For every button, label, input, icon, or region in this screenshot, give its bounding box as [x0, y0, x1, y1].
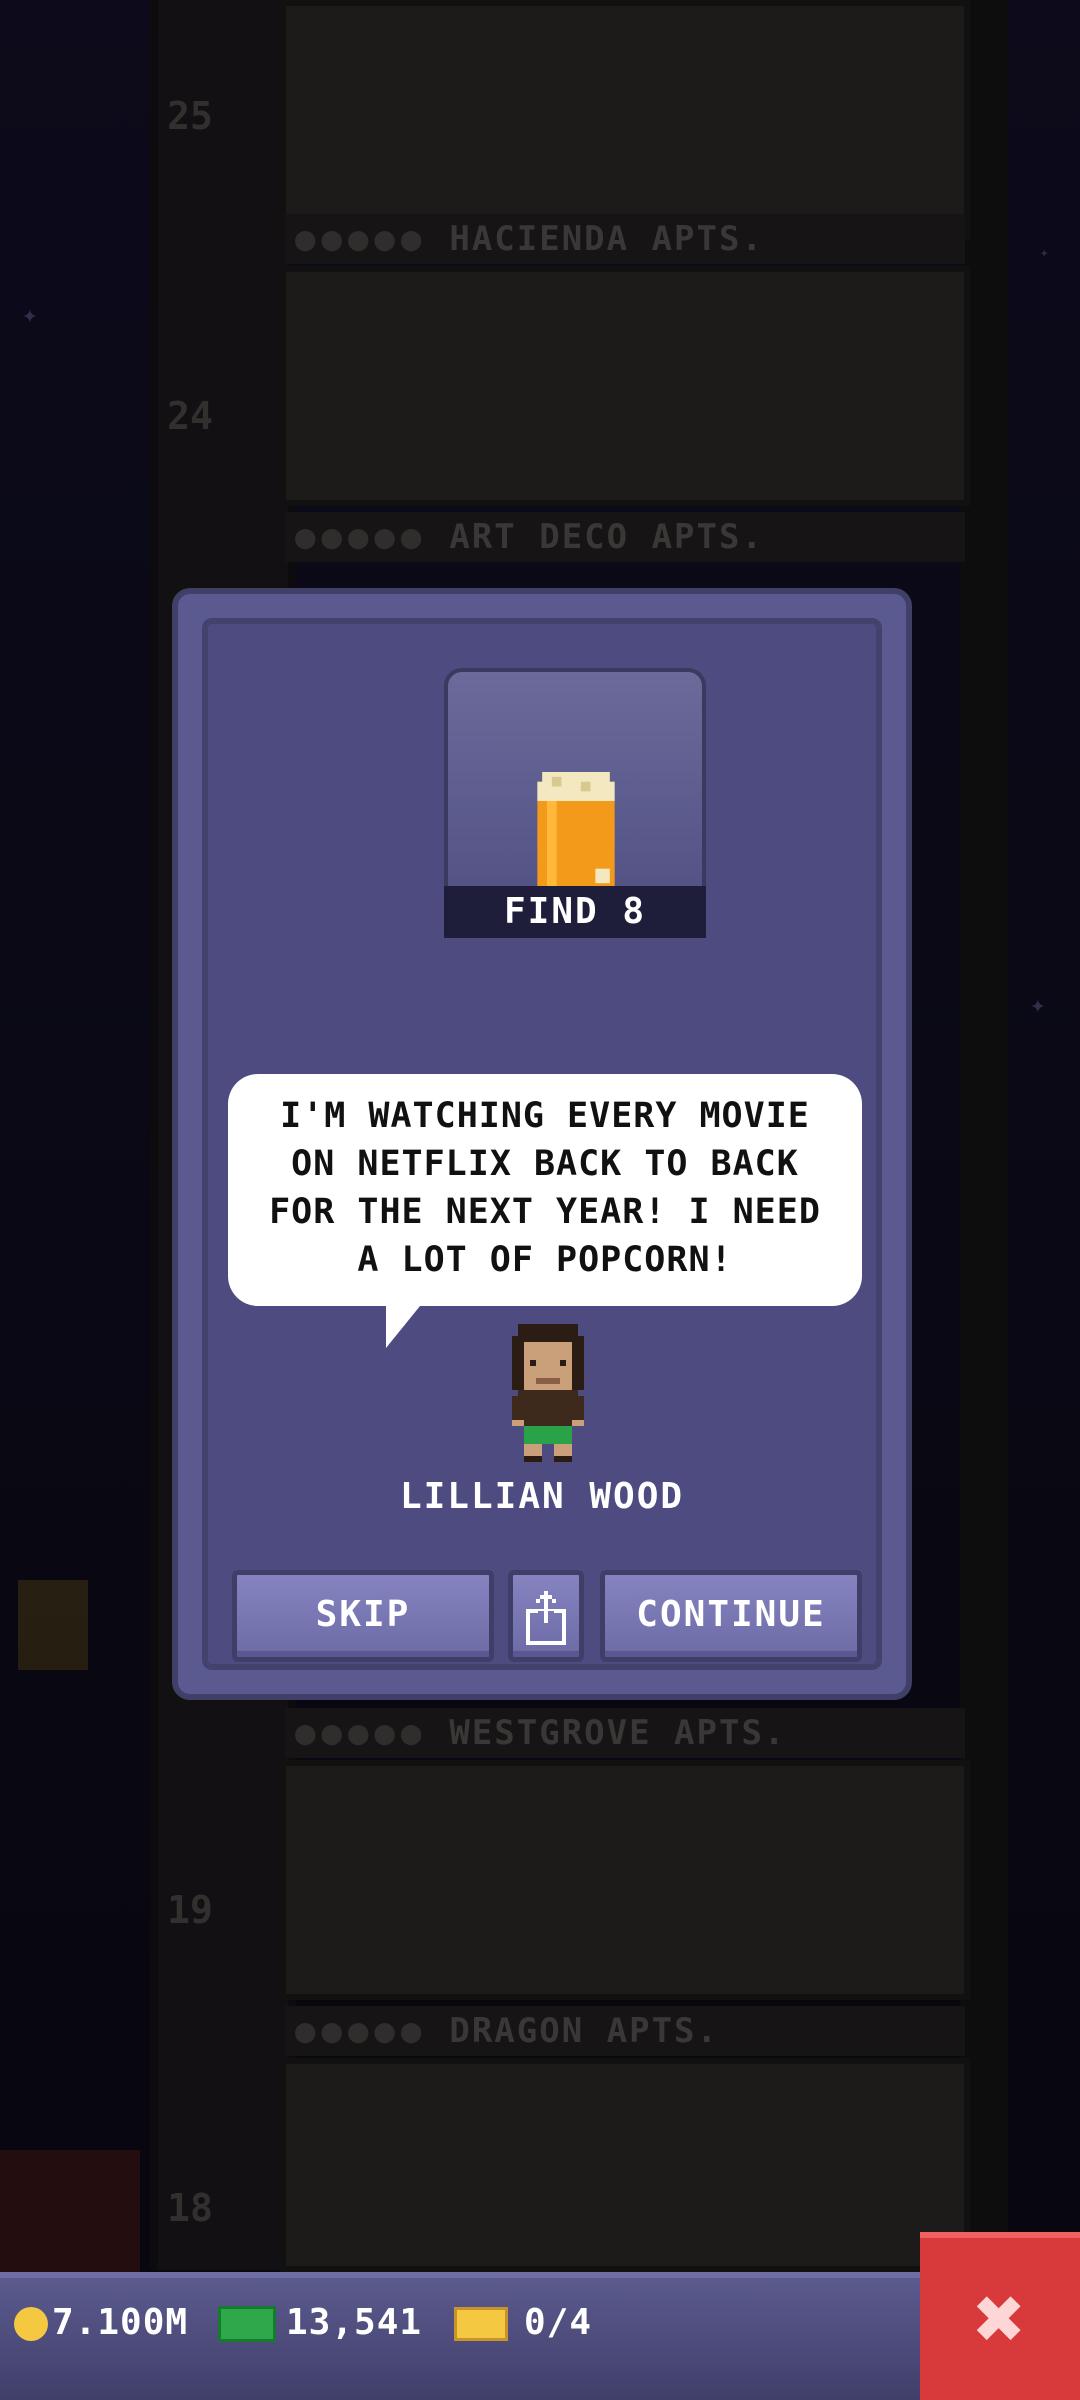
ticket-icon	[454, 2307, 508, 2341]
popcorn-icon	[537, 772, 615, 888]
npc-avatar	[512, 1324, 584, 1462]
speech-bubble-tail	[386, 1306, 420, 1348]
continue-button[interactable]: CONTINUE	[600, 1570, 862, 1662]
coin-icon	[14, 2307, 48, 2341]
share-icon	[526, 1591, 566, 1645]
tickets-value: 0/4	[524, 2302, 593, 2343]
tickets-counter[interactable]: 0/4	[454, 2298, 592, 2348]
close-button[interactable]: ✖	[920, 2232, 1080, 2400]
bux-value: 13,541	[286, 2302, 423, 2343]
share-button[interactable]	[508, 1570, 584, 1662]
speech-bubble: I'M WATCHING EVERY MOVIE ON NETFLIX BACK…	[228, 1074, 862, 1306]
quest-dialog-panel: FIND 8 I'M WATCHING EVERY MOVIE ON NETFL…	[202, 618, 882, 1670]
bux-icon	[218, 2306, 276, 2342]
speech-line: I'M WATCHING EVERY MOVIE	[280, 1096, 810, 1136]
coins-counter[interactable]: 7.100M	[14, 2298, 188, 2348]
speech-line: FOR THE NEXT YEAR! I NEED	[269, 1192, 821, 1232]
speech-line: ON NETFLIX BACK TO BACK	[291, 1144, 799, 1184]
npc-name: LILLIAN WOOD	[399, 1476, 685, 1517]
speech-line: A LOT OF POPCORN!	[357, 1240, 733, 1280]
find-count-label: FIND 8	[444, 886, 706, 938]
quest-item-box: FIND 8	[444, 668, 706, 938]
skip-button[interactable]: SKIP	[232, 1570, 494, 1662]
status-bar: 7.100M 13,541 0/4	[0, 2272, 920, 2400]
coins-value: 7.100M	[52, 2302, 189, 2343]
quest-dialog: FIND 8 I'M WATCHING EVERY MOVIE ON NETFL…	[172, 588, 912, 1700]
bux-counter[interactable]: 13,541	[218, 2298, 422, 2348]
close-icon: ✖	[974, 2269, 1026, 2369]
